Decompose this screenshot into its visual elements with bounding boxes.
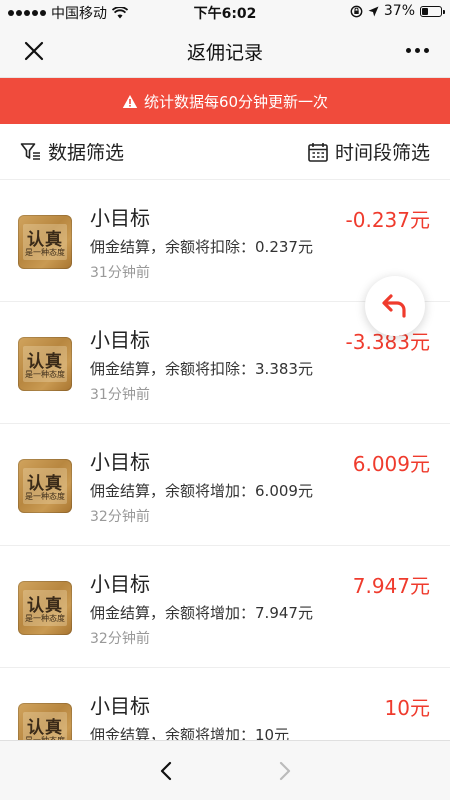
item-amount: 7.947元: [352, 574, 430, 598]
warning-icon: [122, 94, 138, 108]
item-thumbnail: 认真 是一种态度: [18, 215, 72, 269]
item-description: 佣金结算，余额将增加：7.947元: [90, 604, 313, 622]
item-amount: 6.009元: [352, 452, 430, 476]
list-item[interactable]: 认真 是一种态度 小目标 佣金结算，余额将增加：6.009元 32分钟前 6.0…: [0, 424, 450, 546]
item-name: 小目标: [90, 694, 150, 718]
item-description: 佣金结算，余额将增加：10元: [90, 726, 290, 740]
update-notice-banner: 统计数据每60分钟更新一次: [0, 78, 450, 124]
chevron-right-icon: [279, 761, 291, 781]
item-name: 小目标: [90, 206, 150, 230]
item-description: 佣金结算，余额将扣除：3.383元: [90, 360, 313, 378]
thumbnail-line2: 是一种态度: [25, 614, 65, 623]
item-name: 小目标: [90, 572, 150, 596]
nav-bar: 返佣记录: [0, 24, 450, 78]
status-left: 中国移动: [8, 3, 128, 23]
filter-icon: [20, 142, 40, 160]
item-thumbnail: 认真 是一种态度: [18, 459, 72, 513]
battery-percent: 37%: [383, 3, 415, 19]
page-title: 返佣记录: [186, 42, 263, 64]
thumbnail-line2: 是一种态度: [25, 370, 65, 379]
close-icon[interactable]: [22, 39, 46, 63]
item-amount: 10元: [384, 696, 430, 720]
list-item[interactable]: 认真 是一种态度 小目标 佣金结算，余额将增加：10元 10元: [0, 668, 450, 740]
thumbnail-line2: 是一种态度: [25, 248, 65, 257]
item-time: 31分钟前: [90, 265, 150, 281]
time-filter-button[interactable]: 时间段筛选: [307, 138, 430, 165]
filter-bar: 数据筛选 时间段筛选: [0, 124, 450, 180]
item-name: 小目标: [90, 450, 150, 474]
bottom-nav-bar: [0, 740, 450, 800]
item-thumbnail: 认真 是一种态度: [18, 703, 72, 740]
record-list: 认真 是一种态度 小目标 佣金结算，余额将扣除：0.237元 31分钟前 -0.…: [0, 180, 450, 740]
undo-arrow-icon: [382, 294, 406, 318]
item-name: 小目标: [90, 328, 150, 352]
item-thumbnail: 认真 是一种态度: [18, 337, 72, 391]
item-description: 佣金结算，余额将扣除：0.237元: [90, 238, 313, 256]
chevron-left-icon[interactable]: [155, 759, 179, 783]
item-thumbnail: 认真 是一种态度: [18, 581, 72, 635]
status-bar: 中国移动 下午6:02 37%: [0, 0, 450, 24]
list-item[interactable]: 认真 是一种态度 小目标 佣金结算，余额将增加：7.947元 32分钟前 7.9…: [0, 546, 450, 668]
more-options-icon[interactable]: [406, 48, 430, 56]
item-time: 31分钟前: [90, 387, 150, 403]
floating-back-button[interactable]: [365, 276, 425, 336]
item-time: 32分钟前: [90, 509, 150, 525]
orientation-lock-icon: [350, 5, 363, 17]
thumbnail-line2: 是一种态度: [25, 492, 65, 501]
battery-icon: [420, 5, 445, 17]
status-right: 37%: [350, 3, 445, 19]
data-filter-button[interactable]: 数据筛选: [20, 138, 124, 165]
location-icon: [368, 6, 379, 16]
item-time: 32分钟前: [90, 631, 150, 647]
wifi-icon: [112, 7, 128, 19]
calendar-icon: [308, 142, 328, 162]
item-description: 佣金结算，余额将增加：6.009元: [90, 482, 313, 500]
time-filter-label: 时间段筛选: [334, 142, 430, 164]
carrier-label: 中国移动: [51, 6, 107, 22]
notice-text: 统计数据每60分钟更新一次: [143, 92, 329, 111]
signal-icon: [8, 10, 46, 16]
item-amount: -0.237元: [345, 208, 430, 232]
data-filter-label: 数据筛选: [48, 142, 125, 164]
